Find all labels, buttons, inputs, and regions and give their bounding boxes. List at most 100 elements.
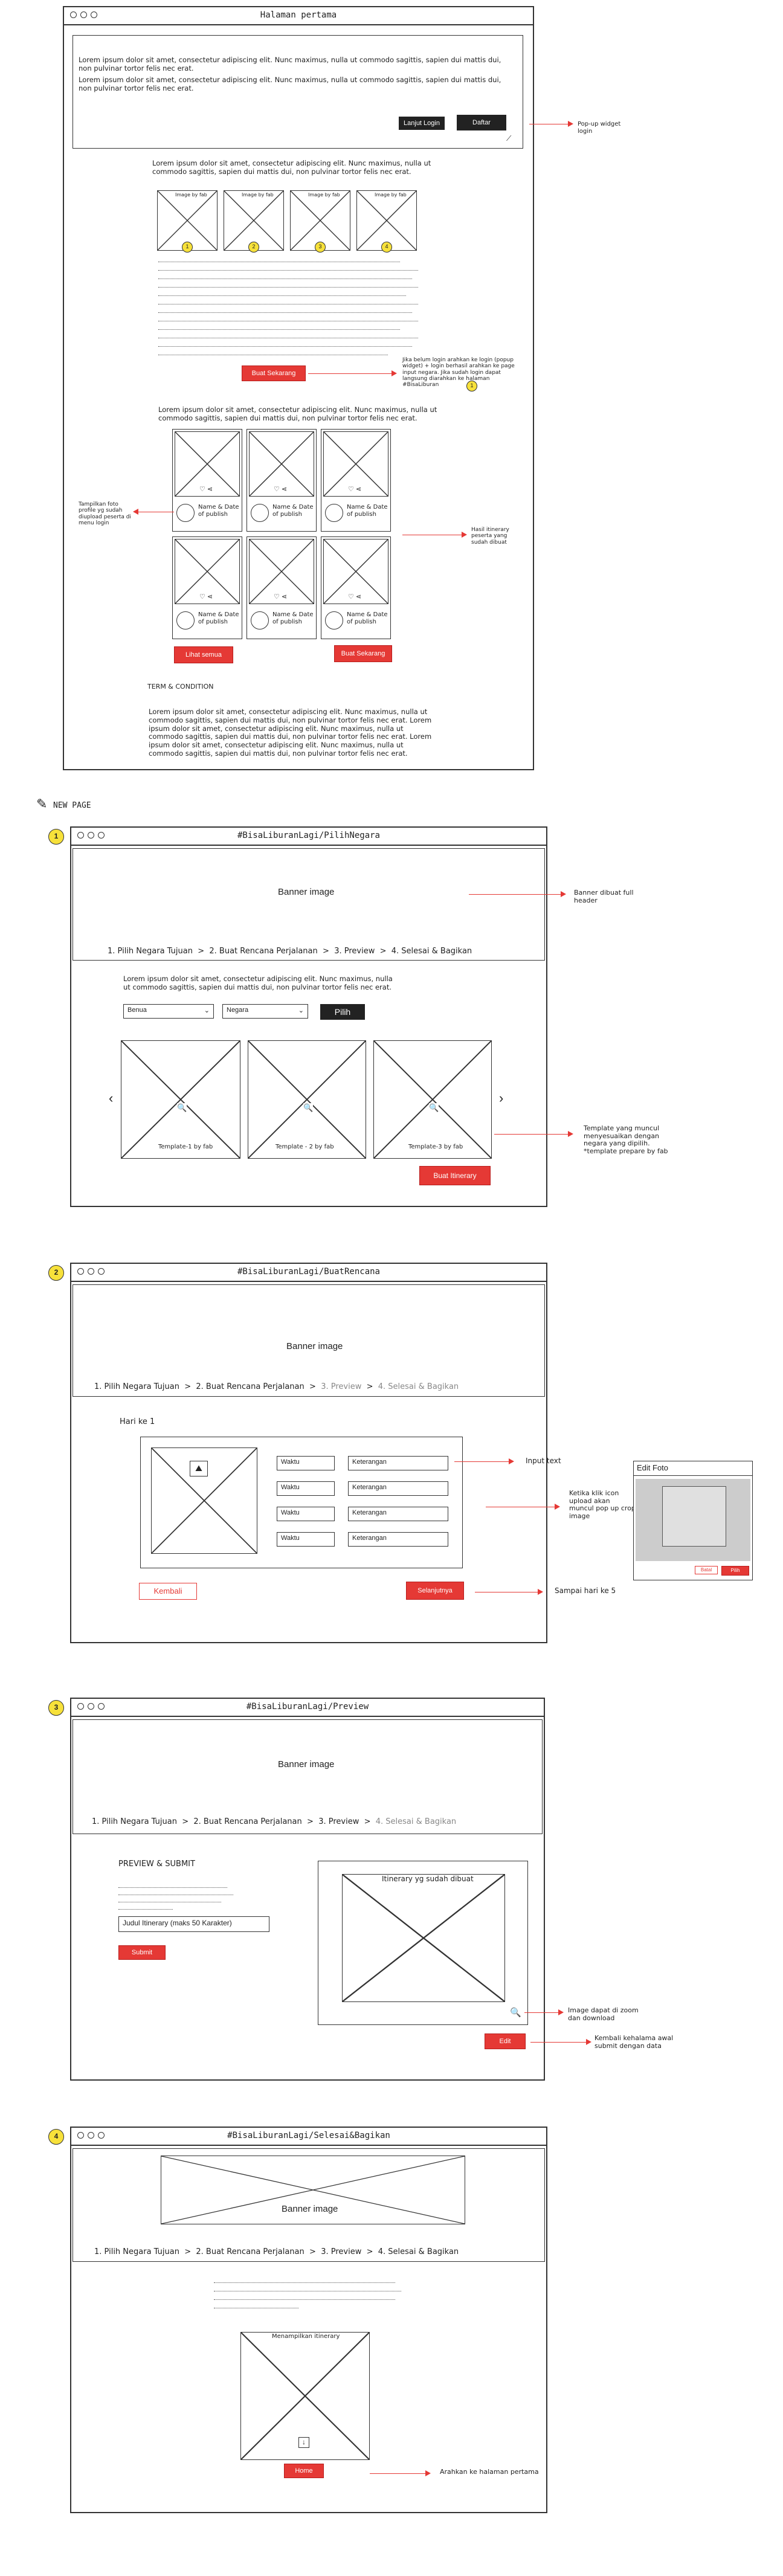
upload-image-icon[interactable]: ⛰	[190, 1461, 208, 1476]
negara-select[interactable]: Negara ⌄	[222, 1004, 308, 1019]
step-badge-3: 3	[48, 1700, 64, 1716]
step-4[interactable]: 4. Selesai & Bagikan	[392, 947, 472, 956]
step-2[interactable]: 2. Buat Rencana Perjalanan	[209, 947, 317, 956]
share-icon[interactable]: ♡ ⋖	[274, 593, 287, 601]
popup-arrowhead	[568, 121, 573, 127]
hari-label: Hari ke 1	[120, 1417, 155, 1426]
step-3[interactable]: 3. Preview	[318, 1817, 359, 1826]
step-1[interactable]: 1. Pilih Negara Tujuan	[108, 947, 193, 956]
edit-arrow	[530, 2042, 587, 2043]
image-label-4: Image by fab	[375, 192, 407, 198]
zoom-icon[interactable]: 🔍	[177, 1103, 187, 1113]
card-caption: Name & Date of publish	[198, 611, 239, 625]
avatar	[251, 611, 269, 630]
step-1[interactable]: 1. Pilih Negara Tujuan	[94, 1382, 179, 1391]
zoom-icon[interactable]: 🔍	[303, 1103, 314, 1113]
edit-button[interactable]: Edit	[485, 2033, 526, 2049]
share-icon[interactable]: ♡ ⋖	[199, 485, 213, 493]
edit-foto-crop-area[interactable]	[662, 1486, 726, 1547]
template-card-1[interactable]	[121, 1040, 240, 1159]
waktu-input-1[interactable]: Waktu	[277, 1456, 335, 1470]
step-2[interactable]: 2. Buat Rencana Perjalanan	[196, 2247, 304, 2256]
carousel-next[interactable]: ›	[499, 1090, 503, 1106]
buat-itinerary-button[interactable]: Buat Itinerary	[419, 1166, 491, 1185]
window-titlebar: #BisaLiburanLagi/Preview	[71, 1699, 544, 1717]
itinerary-preview-image[interactable]	[342, 1874, 505, 2002]
gallery-text: Lorem ipsum dolor sit amet, consectetur …	[158, 405, 437, 422]
template-card-2[interactable]	[248, 1040, 366, 1159]
waktu-input-2[interactable]: Waktu	[277, 1481, 335, 1496]
kembali-button[interactable]: Kembali	[139, 1583, 197, 1600]
template-arrow	[494, 1134, 569, 1135]
keterangan-input-3[interactable]: Keterangan	[348, 1507, 448, 1521]
edit-foto-ok-button[interactable]: Pilih	[721, 1566, 749, 1576]
benua-select[interactable]: Benua ⌄	[123, 1004, 214, 1019]
card-caption: Name & Date of publish	[272, 611, 314, 625]
template-card-3[interactable]	[373, 1040, 492, 1159]
zoom-icon[interactable]: 🔍	[429, 1103, 439, 1113]
popup-text-1: Lorem ipsum dolor sit amet, consectetur …	[79, 56, 501, 72]
zoom-arrowhead	[558, 2009, 564, 2015]
avatar	[325, 504, 343, 522]
step-2[interactable]: 2. Buat Rencana Perjalanan	[196, 1382, 304, 1391]
step-3[interactable]: 3. Preview	[321, 2247, 361, 2256]
preview-heading: PREVIEW & SUBMIT	[118, 1860, 195, 1869]
share-icon[interactable]: ♡ ⋖	[274, 485, 287, 493]
step-4[interactable]: 4. Selesai & Bagikan	[378, 2247, 459, 2256]
input-arrow	[454, 1461, 510, 1462]
buat-arrowhead	[392, 370, 397, 376]
step-breadcrumb: 1. Pilih Negara Tujuan > 2. Buat Rencana…	[108, 947, 472, 956]
lihat-semua-button[interactable]: Lihat semua	[174, 646, 233, 663]
step-2[interactable]: 2. Buat Rencana Perjalanan	[193, 1817, 301, 1826]
banner-arrowhead	[561, 891, 566, 897]
step-sep: >	[198, 947, 205, 956]
pilih-button[interactable]: Pilih	[320, 1004, 365, 1020]
image-label-3: Image by fab	[308, 192, 340, 198]
step-sep: >	[366, 2247, 373, 2256]
window-title: #BisaLiburanLagi/Preview	[246, 1702, 369, 1711]
selanjutnya-button[interactable]: Selanjutnya	[406, 1582, 464, 1600]
step-4[interactable]: 4. Selesai & Bagikan	[378, 1382, 459, 1391]
keterangan-input-2[interactable]: Keterangan	[348, 1481, 448, 1496]
carousel-prev[interactable]: ‹	[109, 1090, 113, 1106]
note-buat: Jika belum login arahkan ke login (popup…	[402, 357, 515, 388]
zoom-icon[interactable]: 🔍	[510, 2007, 521, 2018]
share-icon[interactable]: ♡ ⋖	[348, 485, 361, 493]
step-breadcrumb: 1. Pilih Negara Tujuan > 2. Buat Rencana…	[94, 2247, 459, 2256]
step-4[interactable]: 4. Selesai & Bagikan	[376, 1817, 456, 1826]
buat-sekarang-button-2[interactable]: Buat Sekarang	[334, 645, 392, 662]
judul-itinerary-input[interactable]: Judul Itinerary (maks 50 Karakter)	[118, 1916, 269, 1932]
buat-sekarang-button[interactable]: Buat Sekarang	[242, 365, 306, 381]
login-button[interactable]: Lanjut Login	[399, 117, 445, 130]
waktu-input-3[interactable]: Waktu	[277, 1507, 335, 1521]
input-arrowhead	[509, 1458, 514, 1464]
image-badge-2: 2	[248, 242, 259, 253]
chevron-down-icon: ⌄	[298, 1007, 304, 1014]
step-3[interactable]: 3. Preview	[321, 1382, 361, 1391]
step-3[interactable]: 3. Preview	[334, 947, 375, 956]
download-icon[interactable]: ↓	[298, 2437, 309, 2448]
step-1[interactable]: 1. Pilih Negara Tujuan	[92, 1817, 177, 1826]
waktu-input-4[interactable]: Waktu	[277, 1532, 335, 1547]
share-icon[interactable]: ♡ ⋖	[199, 593, 213, 601]
itinerary-arrowhead	[462, 532, 467, 538]
negara-select-value: Negara	[227, 1006, 249, 1014]
template-label-3: Template-3 by fab	[408, 1144, 463, 1151]
daftar-button[interactable]: Daftar	[457, 115, 506, 130]
edit-foto-cancel-button[interactable]: Batal	[695, 1566, 718, 1574]
share-icon[interactable]: ♡ ⋖	[348, 593, 361, 601]
submit-button[interactable]: Submit	[118, 1945, 166, 1960]
window-title: #BisaLiburanLagi/PilihNegara	[237, 831, 380, 840]
page2-text: Lorem ipsum dolor sit amet, consectetur …	[123, 974, 393, 991]
step-sep: >	[184, 1382, 192, 1391]
home-arrow	[370, 2473, 427, 2474]
card-caption: Name & Date of publish	[198, 504, 239, 518]
home-button[interactable]: Home	[284, 2464, 324, 2478]
note-popup: Pop-up widget login	[578, 121, 621, 135]
keterangan-input-4[interactable]: Keterangan	[348, 1532, 448, 1547]
note-template: Template yang muncul menyesuaikan dengan…	[584, 1124, 668, 1155]
banner-label: Banner image	[278, 1759, 335, 1769]
window-titlebar: #BisaLiburanLagi/PilihNegara	[71, 828, 546, 846]
keterangan-input-1[interactable]: Keterangan	[348, 1456, 448, 1470]
step-1[interactable]: 1. Pilih Negara Tujuan	[94, 2247, 179, 2256]
